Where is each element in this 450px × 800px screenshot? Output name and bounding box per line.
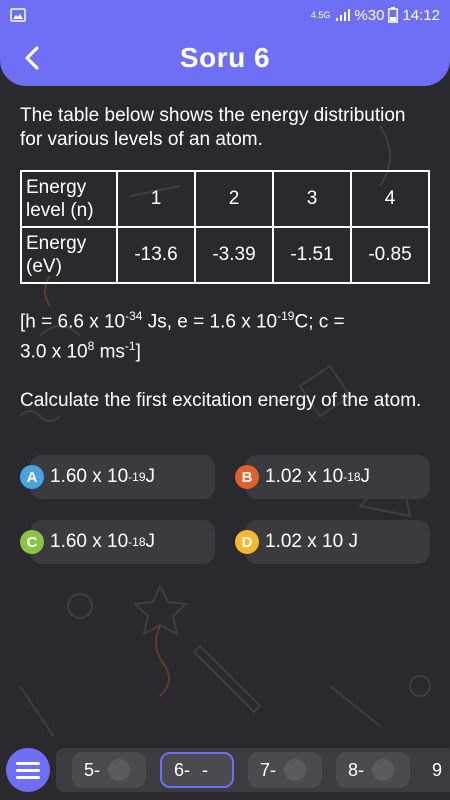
battery-level: %30	[354, 6, 385, 24]
question-chip-label: 8-	[348, 759, 365, 780]
option-c[interactable]: C 1.60 x 10 -18 J	[20, 520, 215, 564]
option-badge-a: A	[20, 465, 44, 489]
table-cell: -1.51	[272, 226, 352, 284]
page-title: Soru 6	[179, 42, 271, 73]
constants-part: ms	[94, 341, 125, 363]
question-intro: The table below shows the energy distrib…	[20, 105, 406, 150]
question-chip-6[interactable]: 6- -	[160, 752, 234, 788]
battery-icon	[388, 7, 399, 23]
option-exponent: -18	[128, 535, 146, 549]
menu-button[interactable]	[6, 748, 50, 792]
row-label-energy: Energy (eV)	[20, 226, 118, 284]
status-bar: 4.5G %30 14:12	[0, 0, 450, 30]
option-b[interactable]: B 1.02 x 10 -18 J	[235, 455, 430, 499]
option-badge-b: B	[235, 465, 259, 489]
option-exponent: -18	[343, 470, 361, 484]
row-label-energy-level: Energy level (n)	[20, 170, 118, 228]
status-right: 4.5G %30 14:12	[311, 7, 440, 24]
question-chip-label: 7-	[260, 759, 277, 780]
answer-status-dot	[108, 759, 131, 781]
constants-part: [h = 6.6 x 10	[20, 311, 126, 333]
option-a[interactable]: A 1.60 x 10 -19 J	[20, 455, 215, 499]
option-exponent: -19	[128, 470, 146, 484]
option-unit: J	[145, 466, 156, 487]
question-prompt: Calculate the first excitation energy of…	[20, 389, 422, 411]
constants-exponent: -1	[124, 339, 136, 354]
question-chip-label: 5-	[84, 759, 101, 780]
gallery-notification-icon	[10, 8, 26, 22]
answer-status: -	[202, 759, 209, 780]
table-cell: -3.39	[194, 226, 274, 284]
hamburger-menu-icon	[16, 762, 40, 779]
constants-part: 3.0 x 10	[20, 341, 88, 363]
question-chip-label: 6-	[174, 759, 191, 780]
option-d[interactable]: D 1.02 x 10 J	[235, 520, 430, 564]
question-chip-label: 9	[432, 759, 443, 780]
constants-part: C; c =	[294, 311, 345, 333]
option-text: 1.60 x 10	[50, 531, 129, 552]
question-chip-7[interactable]: 7-	[248, 752, 322, 788]
energy-table: Energy level (n) 1 2 3 4 Energy (eV) -13…	[20, 170, 430, 284]
constants-exponent: -19	[277, 309, 295, 323]
table-cell: 4	[350, 170, 430, 228]
question-strip: 5- 6- - 7- 8- 9	[56, 748, 450, 792]
constants-part: ]	[135, 341, 141, 363]
signal-icon	[336, 9, 351, 21]
table-cell: 1	[116, 170, 196, 228]
question-chip-5[interactable]: 5-	[72, 752, 146, 788]
table-cell: 2	[194, 170, 274, 228]
table-row: Energy (eV) -13.6 -3.39 -1.51 -0.85	[20, 226, 430, 284]
bottom-nav: 5- 6- - 7- 8- 9	[0, 738, 450, 800]
answer-status-dot	[372, 759, 395, 781]
constants-text: [h = 6.6 x 10-34 Js, e = 1.6 x 10-19C; c…	[20, 304, 432, 365]
option-badge-d: D	[235, 530, 259, 554]
status-left	[10, 8, 26, 22]
question-chip-9[interactable]: 9	[424, 752, 450, 788]
clock: 14:12	[402, 6, 440, 24]
constants-exponent: -34	[125, 309, 143, 323]
answer-status-dot	[284, 759, 307, 781]
option-unit: J	[145, 531, 156, 552]
constants-part: Js, e = 1.6 x 10	[142, 311, 278, 333]
option-text: 1.02 x 10 J	[265, 531, 358, 552]
option-text: 1.60 x 10	[50, 466, 129, 487]
network-type: 4.5G	[310, 9, 331, 20]
back-button[interactable]	[14, 42, 50, 74]
table-row: Energy level (n) 1 2 3 4	[20, 170, 430, 228]
header: Soru 6	[0, 30, 450, 86]
table-cell: 3	[272, 170, 352, 228]
option-unit: J	[360, 466, 371, 487]
chevron-left-icon	[25, 46, 39, 70]
table-cell: -13.6	[116, 226, 196, 284]
option-text: 1.02 x 10	[265, 466, 344, 487]
option-badge-c: C	[20, 530, 44, 554]
question-content: The table below shows the energy distrib…	[20, 104, 432, 413]
question-chip-8[interactable]: 8-	[336, 752, 410, 788]
table-cell: -0.85	[350, 226, 430, 284]
